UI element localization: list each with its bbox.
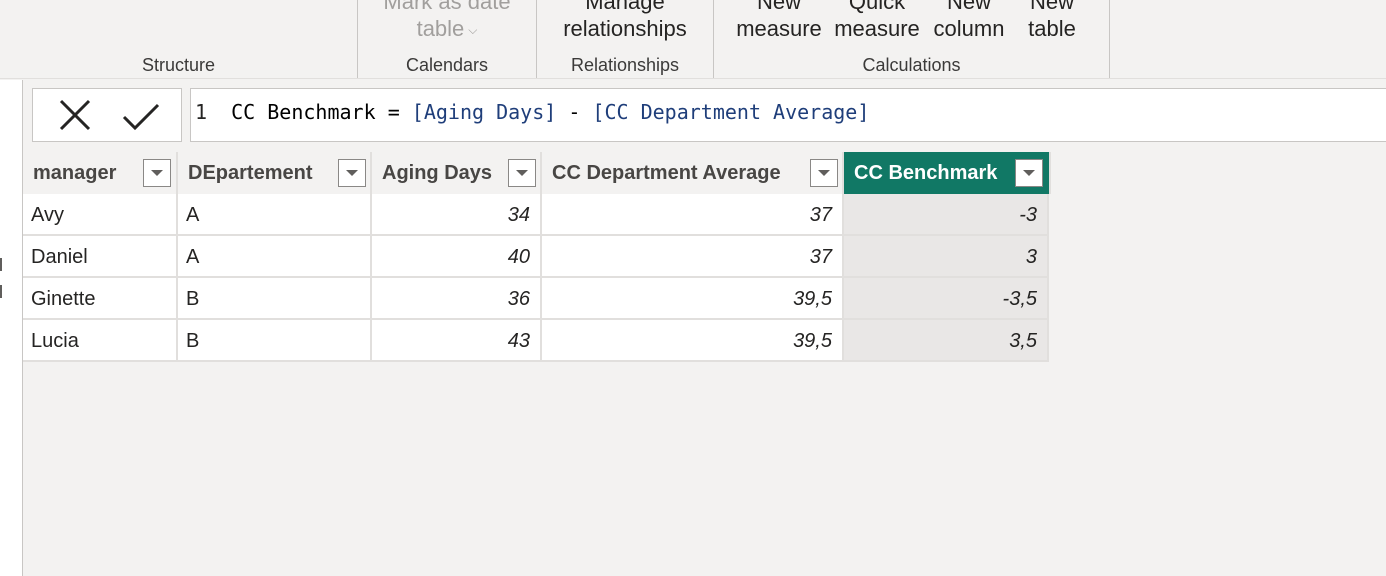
- check-icon: [122, 103, 160, 131]
- left-navigation-strip: [0, 80, 23, 576]
- new-measure-line1: New: [756, 0, 801, 14]
- cell-aging-days[interactable]: 36: [372, 278, 542, 320]
- cell-cc-department-average[interactable]: 37: [542, 236, 844, 278]
- column-header-cc-benchmark[interactable]: CC Benchmark: [844, 152, 1051, 194]
- new-table-line1: New: [1029, 0, 1074, 14]
- x-icon: [59, 99, 91, 131]
- column-header-departement[interactable]: DEpartement: [178, 152, 372, 194]
- cell-aging-days[interactable]: 34: [372, 194, 542, 236]
- mark-as-date-table-button[interactable]: Mark as date table ⌵: [358, 0, 536, 44]
- cell-manager[interactable]: Daniel: [23, 236, 178, 278]
- cell-cc-department-average[interactable]: 39,5: [542, 320, 844, 362]
- column-header-label: DEpartement: [188, 162, 313, 184]
- mark-as-date-table-line2: table: [416, 16, 465, 41]
- new-column-line2: column: [933, 16, 1005, 41]
- cell-aging-days[interactable]: 40: [372, 236, 542, 278]
- cell-cc-benchmark[interactable]: 3,5: [844, 320, 1049, 362]
- ribbon-group-structure: Structure: [0, 0, 358, 78]
- mark-as-date-table-line1: Mark as date: [383, 0, 511, 14]
- filter-dropdown-icon[interactable]: [143, 159, 171, 187]
- new-column-line1: New: [946, 0, 991, 14]
- column-header-label: CC Department Average: [552, 162, 781, 184]
- ribbon: Structure Mark as date table ⌵ Calendars …: [0, 0, 1386, 79]
- column-header-label: manager: [33, 162, 117, 184]
- ribbon-group-calculations: New measure Quick measure New column New…: [714, 0, 1110, 78]
- left-strip-marker: [0, 258, 2, 271]
- commit-formula-button[interactable]: [121, 97, 161, 135]
- group-label-structure: Structure: [141, 55, 216, 75]
- manage-relationships-button[interactable]: Manage relationships: [537, 0, 713, 42]
- quick-measure-button[interactable]: Quick measure: [832, 0, 922, 42]
- new-table-button[interactable]: New table: [1022, 0, 1082, 42]
- group-label-calculations: Calculations: [862, 55, 961, 75]
- ribbon-group-calendars: Mark as date table ⌵ Calendars: [358, 0, 537, 78]
- cell-cc-benchmark[interactable]: -3,5: [844, 278, 1049, 320]
- column-header-cc-department-average[interactable]: CC Department Average: [542, 152, 844, 194]
- cell-cc-department-average[interactable]: 37: [542, 194, 844, 236]
- group-label-calendars: Calendars: [405, 55, 489, 75]
- cell-departement[interactable]: B: [178, 278, 372, 320]
- column-header-aging-days[interactable]: Aging Days: [372, 152, 542, 194]
- manage-relationships-line1: Manage: [585, 0, 665, 14]
- new-table-line2: table: [1028, 16, 1076, 41]
- cell-manager[interactable]: Ginette: [23, 278, 178, 320]
- filter-dropdown-icon[interactable]: [1015, 159, 1043, 187]
- formula-measure-name: CC Benchmark: [231, 100, 376, 124]
- formula-equals: =: [387, 100, 400, 124]
- column-header-label: Aging Days: [382, 162, 493, 184]
- formula-ref-aging-days: [Aging Days]: [411, 100, 557, 124]
- cell-cc-benchmark[interactable]: 3: [844, 236, 1049, 278]
- formula-line-number: 1: [195, 100, 208, 124]
- new-measure-line2: measure: [736, 16, 822, 41]
- column-header-label: CC Benchmark: [854, 162, 998, 184]
- group-label-relationships: Relationships: [570, 55, 680, 75]
- quick-measure-line1: Quick: [848, 0, 906, 14]
- cell-departement[interactable]: A: [178, 236, 372, 278]
- column-header-manager[interactable]: manager: [23, 152, 178, 194]
- new-measure-button[interactable]: New measure: [734, 0, 824, 42]
- filter-dropdown-icon[interactable]: [508, 159, 536, 187]
- left-strip-marker: [0, 285, 2, 298]
- cell-departement[interactable]: A: [178, 194, 372, 236]
- filter-dropdown-icon[interactable]: [810, 159, 838, 187]
- formula-ref-department-average: [CC Department Average]: [592, 100, 870, 124]
- ribbon-group-relationships: Manage relationships Relationships: [537, 0, 714, 78]
- cell-departement[interactable]: B: [178, 320, 372, 362]
- formula-minus: -: [568, 100, 581, 124]
- chevron-down-icon: ⌵: [468, 22, 478, 37]
- formula-input[interactable]: 1 CC Benchmark = [Aging Days] - [CC Depa…: [190, 88, 1386, 142]
- cell-manager[interactable]: Lucia: [23, 320, 178, 362]
- new-column-button[interactable]: New column: [928, 0, 1010, 42]
- quick-measure-line2: measure: [834, 16, 920, 41]
- cell-manager[interactable]: Avy: [23, 194, 178, 236]
- cancel-formula-button[interactable]: [55, 97, 95, 135]
- filter-dropdown-icon[interactable]: [338, 159, 366, 187]
- cell-cc-department-average[interactable]: 39,5: [542, 278, 844, 320]
- manage-relationships-line2: relationships: [563, 16, 687, 41]
- cell-cc-benchmark[interactable]: -3: [844, 194, 1049, 236]
- cell-aging-days[interactable]: 43: [372, 320, 542, 362]
- formula-bar-controls: [32, 88, 182, 142]
